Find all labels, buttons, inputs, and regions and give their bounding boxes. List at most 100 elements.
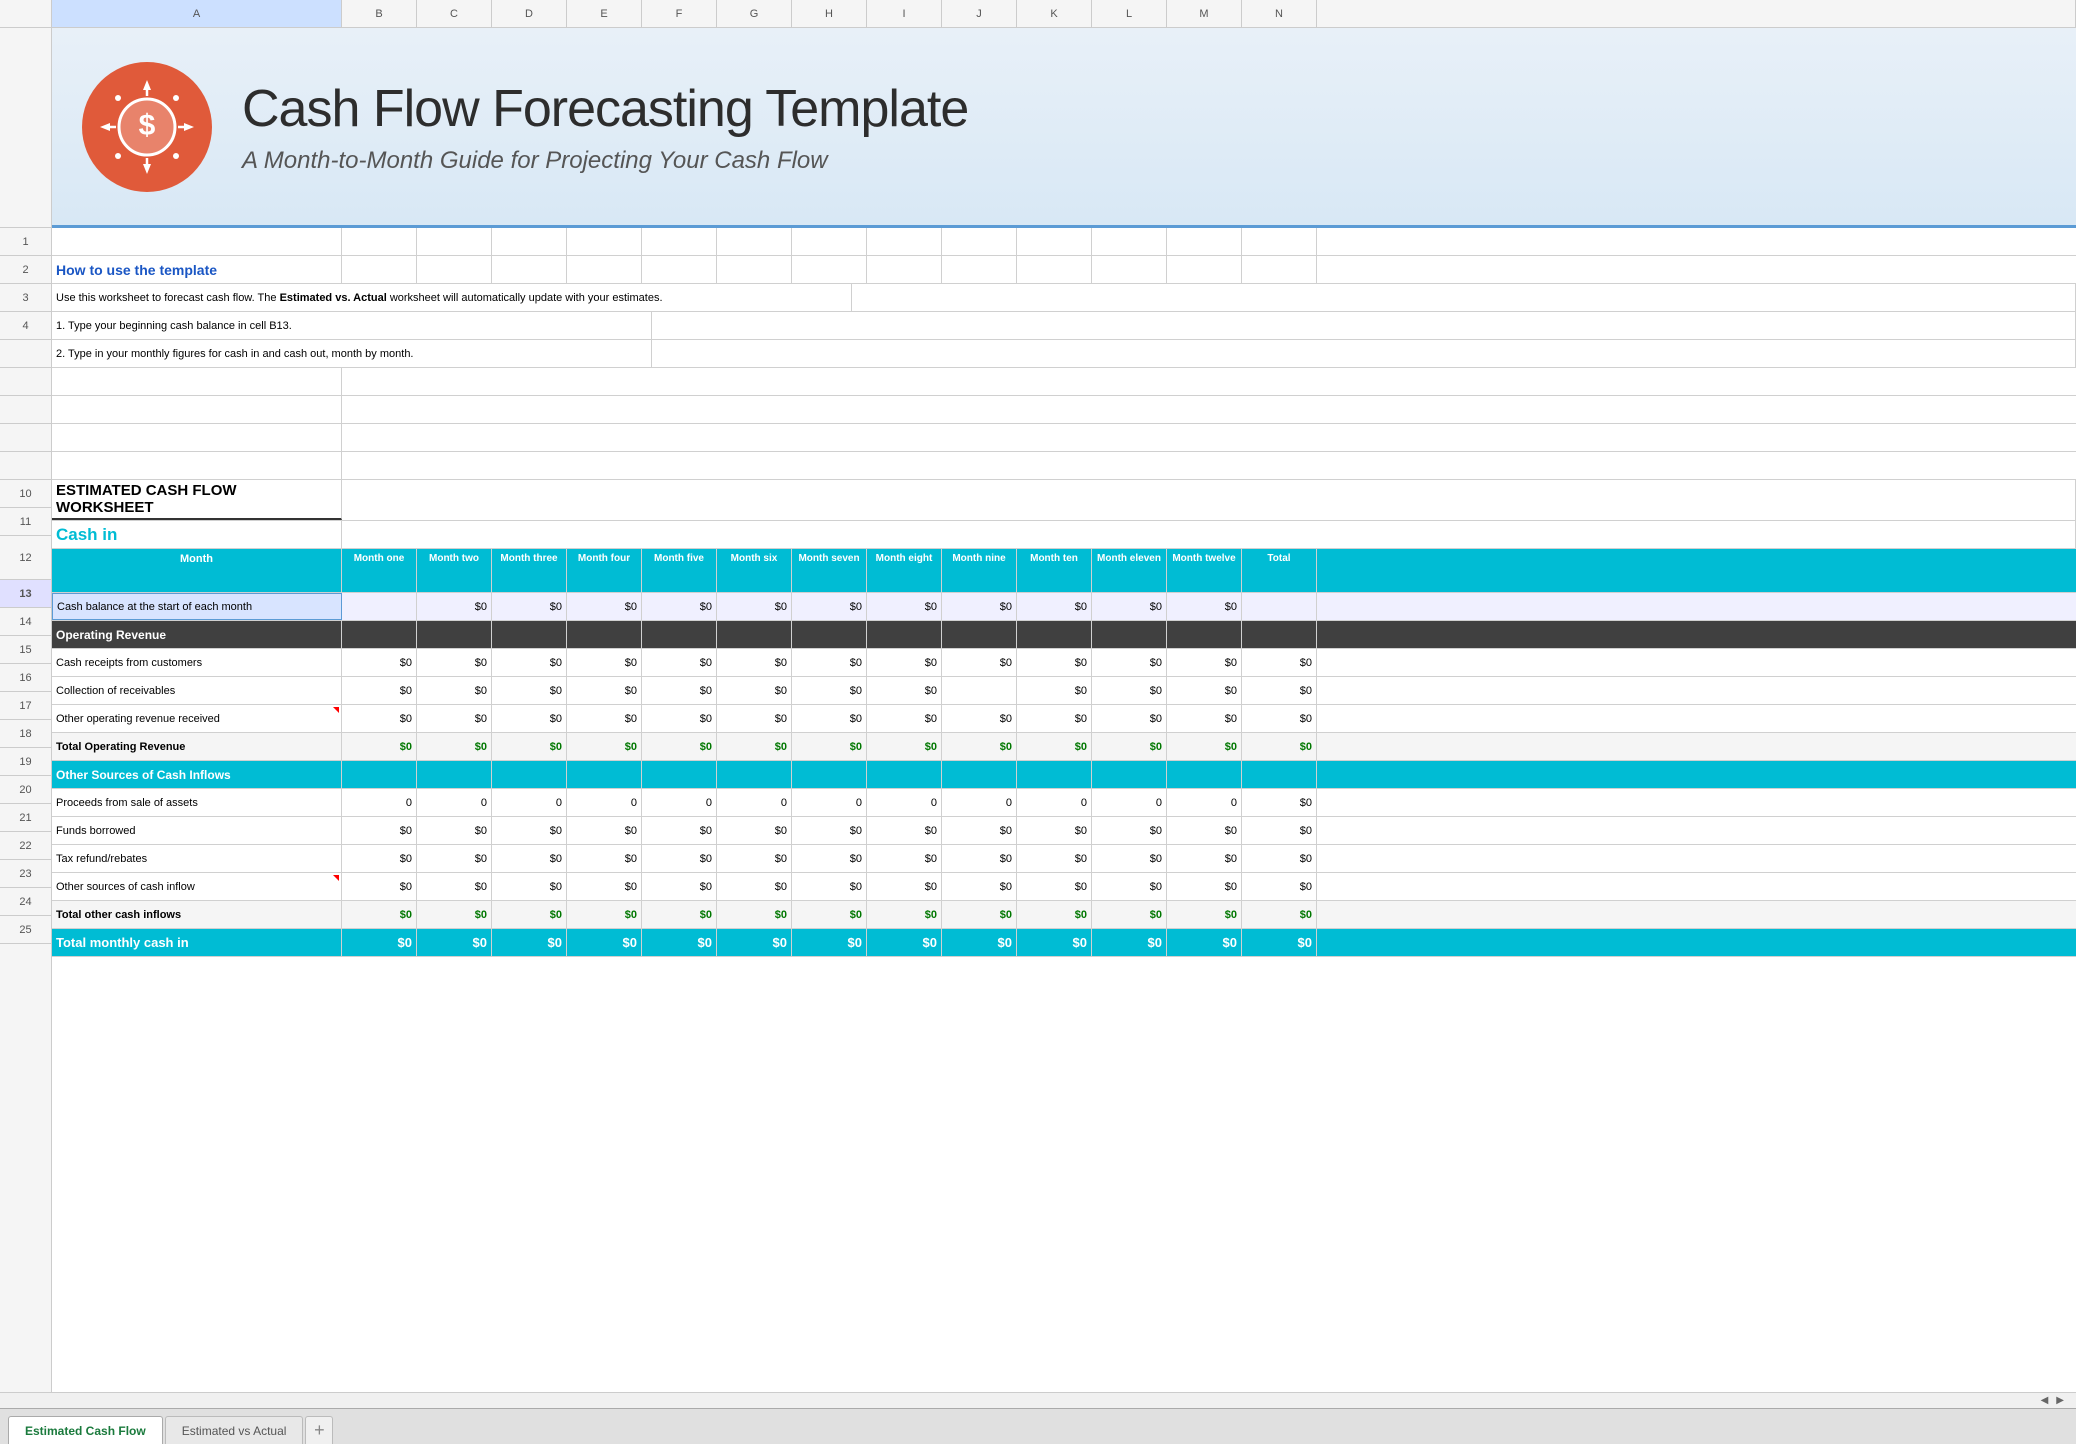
cell-23l[interactable]: $0 — [1092, 873, 1167, 900]
cell-16b[interactable]: $0 — [342, 677, 417, 704]
cell-18b[interactable]: $0 — [342, 733, 417, 760]
cell-16g[interactable]: $0 — [717, 677, 792, 704]
cell-24h[interactable]: $0 — [792, 901, 867, 928]
cell-18h[interactable]: $0 — [792, 733, 867, 760]
cell-2a[interactable]: How to use the template — [52, 256, 342, 283]
cell-15g[interactable]: $0 — [717, 649, 792, 676]
cell-2g[interactable] — [717, 256, 792, 283]
cell-16h[interactable]: $0 — [792, 677, 867, 704]
cell-1b[interactable] — [342, 228, 417, 255]
cell-2h[interactable] — [792, 256, 867, 283]
cell-21d[interactable]: $0 — [492, 817, 567, 844]
cell-17a[interactable]: Other operating revenue received — [52, 705, 342, 732]
cell-25h[interactable]: $0 — [792, 929, 867, 956]
cell-20f[interactable]: 0 — [642, 789, 717, 816]
cell-5a[interactable]: 2. Type in your monthly figures for cash… — [52, 340, 652, 367]
cell-15a[interactable]: Cash receipts from customers — [52, 649, 342, 676]
cell-17i[interactable]: $0 — [867, 705, 942, 732]
cell-16d[interactable]: $0 — [492, 677, 567, 704]
cell-15e[interactable]: $0 — [567, 649, 642, 676]
cell-21l[interactable]: $0 — [1092, 817, 1167, 844]
cell-15d[interactable]: $0 — [492, 649, 567, 676]
cell-15n[interactable]: $0 — [1242, 649, 1317, 676]
cell-15f[interactable]: $0 — [642, 649, 717, 676]
cell-20g[interactable]: 0 — [717, 789, 792, 816]
cell-15m[interactable]: $0 — [1167, 649, 1242, 676]
cell-20j[interactable]: 0 — [942, 789, 1017, 816]
cell-23i[interactable]: $0 — [867, 873, 942, 900]
cell-2m[interactable] — [1167, 256, 1242, 283]
cell-18k[interactable]: $0 — [1017, 733, 1092, 760]
cell-24l[interactable]: $0 — [1092, 901, 1167, 928]
cell-16c[interactable]: $0 — [417, 677, 492, 704]
cell-23f[interactable]: $0 — [642, 873, 717, 900]
cell-15b[interactable]: $0 — [342, 649, 417, 676]
cell-24g[interactable]: $0 — [717, 901, 792, 928]
cell-17j[interactable]: $0 — [942, 705, 1017, 732]
cell-22g[interactable]: $0 — [717, 845, 792, 872]
cell-18f[interactable]: $0 — [642, 733, 717, 760]
cell-18a[interactable]: Total Operating Revenue — [52, 733, 342, 760]
cell-1a[interactable] — [52, 228, 342, 255]
cell-16e[interactable]: $0 — [567, 677, 642, 704]
cell-23g[interactable]: $0 — [717, 873, 792, 900]
cell-23m[interactable]: $0 — [1167, 873, 1242, 900]
cell-1j[interactable] — [942, 228, 1017, 255]
cell-16i[interactable]: $0 — [867, 677, 942, 704]
cell-15j[interactable]: $0 — [942, 649, 1017, 676]
cell-1n[interactable] — [1242, 228, 1317, 255]
cell-21a[interactable]: Funds borrowed — [52, 817, 342, 844]
cell-20b[interactable]: 0 — [342, 789, 417, 816]
cell-23n[interactable]: $0 — [1242, 873, 1317, 900]
cell-1i[interactable] — [867, 228, 942, 255]
cell-25k[interactable]: $0 — [1017, 929, 1092, 956]
cell-17k[interactable]: $0 — [1017, 705, 1092, 732]
cell-4a[interactable]: 1. Type your beginning cash balance in c… — [52, 312, 652, 339]
cell-13c[interactable]: $0 — [417, 593, 492, 620]
cell-13f[interactable]: $0 — [642, 593, 717, 620]
cell-22a[interactable]: Tax refund/rebates — [52, 845, 342, 872]
cell-20d[interactable]: 0 — [492, 789, 567, 816]
cell-2f[interactable] — [642, 256, 717, 283]
cell-25m[interactable]: $0 — [1167, 929, 1242, 956]
cell-24c[interactable]: $0 — [417, 901, 492, 928]
cell-24d[interactable]: $0 — [492, 901, 567, 928]
cell-24e[interactable]: $0 — [567, 901, 642, 928]
cell-2i[interactable] — [867, 256, 942, 283]
cell-21g[interactable]: $0 — [717, 817, 792, 844]
cell-1d[interactable] — [492, 228, 567, 255]
cell-1c[interactable] — [417, 228, 492, 255]
cell-16l[interactable]: $0 — [1092, 677, 1167, 704]
tab-add-button[interactable]: + — [305, 1416, 333, 1444]
tab-estimated-cash-flow[interactable]: Estimated Cash Flow — [8, 1416, 163, 1444]
cell-2n[interactable] — [1242, 256, 1317, 283]
cell-21i[interactable]: $0 — [867, 817, 942, 844]
cell-21f[interactable]: $0 — [642, 817, 717, 844]
cell-24j[interactable]: $0 — [942, 901, 1017, 928]
cell-16f[interactable]: $0 — [642, 677, 717, 704]
cell-13k[interactable]: $0 — [1017, 593, 1092, 620]
cell-20h[interactable]: 0 — [792, 789, 867, 816]
worksheet-title-cell[interactable]: ESTIMATED CASH FLOW WORKSHEET — [52, 480, 342, 520]
scroll-left-icon[interactable]: ◀ — [2041, 1395, 2049, 1406]
scroll-right-icon[interactable]: ▶ — [2056, 1395, 2064, 1406]
cell-1e[interactable] — [567, 228, 642, 255]
cell-20e[interactable]: 0 — [567, 789, 642, 816]
cell-24a[interactable]: Total other cash inflows — [52, 901, 342, 928]
cell-22f[interactable]: $0 — [642, 845, 717, 872]
cell-21b[interactable]: $0 — [342, 817, 417, 844]
cell-22d[interactable]: $0 — [492, 845, 567, 872]
cell-17m[interactable]: $0 — [1167, 705, 1242, 732]
cell-13e[interactable]: $0 — [567, 593, 642, 620]
cell-13j[interactable]: $0 — [942, 593, 1017, 620]
cell-23j[interactable]: $0 — [942, 873, 1017, 900]
cell-23k[interactable]: $0 — [1017, 873, 1092, 900]
cell-23c[interactable]: $0 — [417, 873, 492, 900]
cell-20c[interactable]: 0 — [417, 789, 492, 816]
cell-21n[interactable]: $0 — [1242, 817, 1317, 844]
cell-18j[interactable]: $0 — [942, 733, 1017, 760]
cell-13a[interactable]: Cash balance at the start of each month — [52, 593, 342, 620]
cell-18l[interactable]: $0 — [1092, 733, 1167, 760]
cell-13h[interactable]: $0 — [792, 593, 867, 620]
cell-25j[interactable]: $0 — [942, 929, 1017, 956]
